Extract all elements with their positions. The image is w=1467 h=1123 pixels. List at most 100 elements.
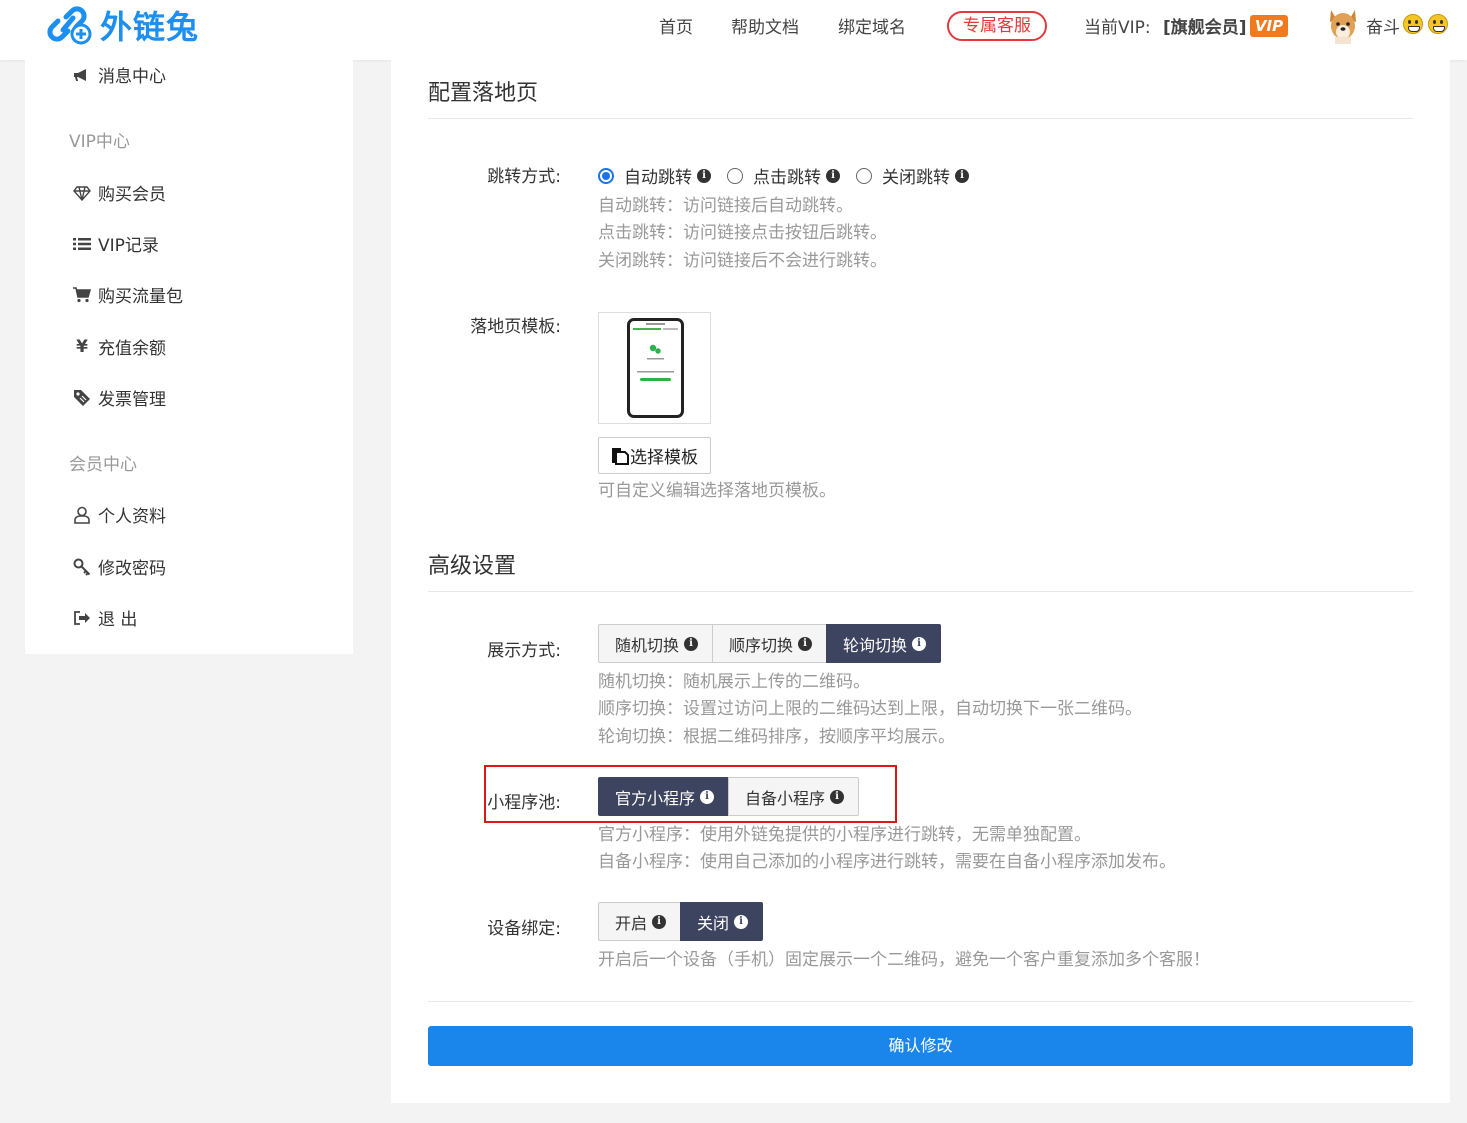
user-icon <box>72 506 92 524</box>
select-template-label: 选择模板 <box>630 448 698 468</box>
info-icon[interactable]: i <box>826 168 840 183</box>
radio-auto-jump[interactable]: 自动跳转 i <box>598 163 711 188</box>
top-header: 外链兔 首页 帮助文档 绑定域名 专属客服 当前VIP: [旗舰会员] VIP … <box>0 0 1467 60</box>
sidebar-item-messages[interactable]: 消息中心 <box>72 62 166 87</box>
own-mini-program-button[interactable]: 自备小程序 i <box>728 777 860 816</box>
button-label: 随机切换 <box>615 635 680 655</box>
info-icon[interactable]: i <box>798 636 813 651</box>
help-text: 可自定义编辑选择落地页模板。 <box>598 481 836 501</box>
info-icon[interactable]: i <box>684 636 699 651</box>
section-divider <box>428 591 1413 592</box>
chain-link-logo-icon <box>47 6 92 45</box>
user-avatar[interactable] <box>1326 6 1360 44</box>
help-text: 顺序切换：设置过访问上限的二维码达到上限，自动切换下一张二维码。 <box>598 699 1142 719</box>
radio-close-jump[interactable]: 关闭跳转 i <box>856 163 969 188</box>
jump-mode-radio-group: 自动跳转 i 点击跳转 i 关闭跳转 i <box>598 163 985 188</box>
device-binding-on-button[interactable]: 开启 i <box>598 902 682 941</box>
grin-emoji-icon <box>1403 14 1423 34</box>
sidebar-item-change-password[interactable]: 修改密码 <box>72 554 166 579</box>
display-sequential-button[interactable]: 顺序切换 i <box>712 624 828 663</box>
megaphone-icon <box>72 67 92 83</box>
list-icon <box>72 237 92 251</box>
settings-panel: 配置落地页 跳转方式: 自动跳转 i 点击跳转 i 关闭跳转 i 自动跳转：访问… <box>391 60 1450 1103</box>
device-binding-off-button[interactable]: 关闭 i <box>680 902 764 941</box>
radio-click-jump[interactable]: 点击跳转 i <box>727 163 840 188</box>
sidebar-group-member: 会员中心 <box>69 455 137 475</box>
display-random-button[interactable]: 随机切换 i <box>598 624 714 663</box>
diamond-icon <box>72 185 92 201</box>
sidebar-item-profile[interactable]: 个人资料 <box>72 502 166 527</box>
template-preview-thumbnail[interactable] <box>598 312 711 424</box>
sidebar-item-label: 退 出 <box>98 610 138 630</box>
sidebar-item-label: 消息中心 <box>98 67 166 87</box>
device-binding-label: 设备绑定: <box>487 919 561 939</box>
info-icon[interactable]: i <box>652 914 667 929</box>
sidebar-item-recharge[interactable]: ¥ 充值余额 <box>72 334 166 360</box>
button-label: 轮询切换 <box>843 635 908 655</box>
help-text: 开启后一个设备（手机）固定展示一个二维码，避免一个客户重复添加多个客服！ <box>598 950 1210 970</box>
current-vip-label: 当前VIP: <box>1084 18 1151 38</box>
landing-template-label: 落地页模板: <box>470 317 561 337</box>
section-divider <box>428 118 1413 119</box>
nav-bind-domain[interactable]: 绑定域名 <box>838 13 906 38</box>
mini-program-pool-label: 小程序池: <box>487 793 561 813</box>
select-template-button[interactable]: 选择模板 <box>598 437 711 474</box>
sidebar-item-invoice[interactable]: 发票管理 <box>72 385 166 410</box>
sidebar-item-vip-records[interactable]: VIP记录 <box>72 231 159 256</box>
phone-mockup <box>627 318 684 418</box>
help-text: 随机切换：随机展示上传的二维码。 <box>598 672 870 692</box>
info-icon[interactable]: i <box>955 168 969 183</box>
info-icon[interactable]: i <box>734 914 749 929</box>
sidebar-item-label: 修改密码 <box>98 559 166 579</box>
exclusive-service-button[interactable]: 专属客服 <box>947 11 1047 41</box>
nav-home[interactable]: 首页 <box>659 13 693 38</box>
help-text: 官方小程序：使用外链兔提供的小程序进行跳转，无需单独配置。 <box>598 825 1091 845</box>
radio-label: 点击跳转 <box>753 168 821 188</box>
radio-button[interactable] <box>856 167 872 184</box>
display-round-robin-button[interactable]: 轮询切换 i <box>826 624 942 663</box>
sidebar-item-label: 个人资料 <box>98 507 166 527</box>
section-title-landing: 配置落地页 <box>428 81 539 106</box>
button-label: 自备小程序 <box>745 788 826 808</box>
section-title-advanced: 高级设置 <box>428 554 517 579</box>
radio-button[interactable] <box>727 167 743 184</box>
button-label: 顺序切换 <box>729 635 794 655</box>
nav-help-docs[interactable]: 帮助文档 <box>731 13 799 38</box>
yen-icon: ¥ <box>76 336 88 357</box>
sidebar-item-label: VIP记录 <box>98 236 159 256</box>
display-mode-button-group: 随机切换 i 顺序切换 i 轮询切换 i <box>598 624 942 663</box>
sidebar-item-logout[interactable]: 退 出 <box>72 605 137 630</box>
sidebar-group-vip: VIP中心 <box>69 132 130 152</box>
sidebar-item-buy-membership[interactable]: 购买会员 <box>72 180 166 205</box>
radio-label: 自动跳转 <box>624 168 692 188</box>
sidebar-item-label: 购买会员 <box>98 185 166 205</box>
sidebar-item-label: 充值余额 <box>98 339 166 359</box>
logout-icon <box>72 610 92 626</box>
vip-level: [旗舰会员] <box>1163 18 1247 38</box>
help-text: 关闭跳转：访问链接后不会进行跳转。 <box>598 251 887 271</box>
wechat-page-preview <box>633 323 678 381</box>
copy-file-icon <box>612 447 629 465</box>
device-binding-button-group: 开启 i 关闭 i <box>598 902 764 941</box>
jump-mode-label: 跳转方式: <box>487 167 561 187</box>
brand-logo[interactable]: 外链兔 <box>44 2 199 48</box>
display-mode-label: 展示方式: <box>487 641 561 661</box>
button-label: 开启 <box>615 913 648 933</box>
mini-program-pool-button-group: 官方小程序 i 自备小程序 i <box>598 777 860 816</box>
vip-badge: VIP <box>1250 15 1288 37</box>
sidebar-item-label: 购买流量包 <box>98 287 183 307</box>
info-icon[interactable]: i <box>912 636 927 651</box>
info-icon[interactable]: i <box>830 789 845 804</box>
official-mini-program-button[interactable]: 官方小程序 i <box>598 777 730 816</box>
cart-icon <box>72 286 92 303</box>
sidebar-item-buy-traffic[interactable]: 购买流量包 <box>72 282 183 307</box>
help-text: 自动跳转：访问链接后自动跳转。 <box>598 196 853 216</box>
ticket-icon <box>72 389 92 407</box>
confirm-submit-button[interactable]: 确认修改 <box>428 1026 1413 1066</box>
info-icon[interactable]: i <box>700 789 715 804</box>
username[interactable]: 奋斗 <box>1366 13 1400 38</box>
radio-button-checked[interactable] <box>598 167 614 184</box>
sidebar-item-label: 发票管理 <box>98 390 166 410</box>
info-icon[interactable]: i <box>697 168 711 183</box>
help-text: 轮询切换：根据二维码排序，按顺序平均展示。 <box>598 727 955 747</box>
